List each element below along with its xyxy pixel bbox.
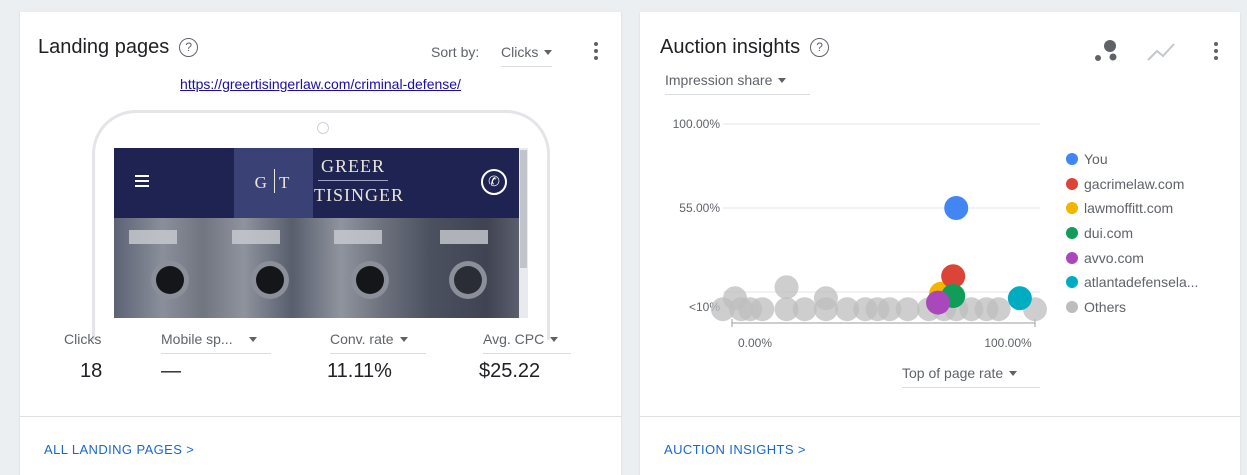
conv-rate-dropdown[interactable]: Conv. rate: [330, 331, 426, 354]
x-tick-label: 100.00%: [984, 336, 1032, 350]
legend-dot-icon: [1066, 177, 1078, 190]
x-tick-label: 0.00%: [738, 336, 772, 350]
firm-name: GREER TISINGER: [314, 154, 403, 207]
caret-down-icon: [1009, 371, 1018, 376]
caret-down-icon: [544, 50, 553, 55]
sort-by-value: Clicks: [501, 44, 539, 60]
legend-dot-icon: [1066, 202, 1078, 215]
hamburger-menu-icon: [135, 175, 149, 190]
caret-down-icon: [399, 337, 408, 342]
scatter-point: [1007, 286, 1032, 311]
phone-camera-icon: [317, 122, 329, 134]
help-icon[interactable]: ?: [179, 38, 199, 57]
landing-pages-title: Landing pages?: [38, 36, 199, 59]
legend-dot-icon: [1066, 251, 1078, 264]
legend-label: lawmoffitt.com: [1084, 200, 1174, 217]
binders-photo: [114, 218, 519, 318]
caret-down-icon: [248, 337, 257, 342]
landing-pages-title-text: Landing pages: [38, 36, 170, 58]
auction-insights-link[interactable]: AUCTION INSIGHTS >: [664, 442, 806, 457]
clicks-label: Clicks: [64, 331, 102, 347]
legend-dot-icon: [1066, 227, 1078, 240]
scatter-point: [750, 297, 775, 322]
y-tick-label: 100.00%: [673, 117, 721, 131]
avg-cpc-value: $25.22: [479, 360, 541, 382]
gt-logo: GT: [234, 148, 313, 218]
phone-call-icon: ✆: [481, 169, 507, 195]
caret-down-icon: [550, 337, 559, 342]
sort-by-label: Sort by:: [431, 44, 480, 60]
legend-dot-icon: [1066, 301, 1078, 314]
legend-label: gacrimelaw.com: [1084, 175, 1185, 192]
legend-label: atlantadefensela...: [1084, 274, 1199, 291]
landing-page-preview[interactable]: GT GREER TISINGER ✆: [114, 148, 528, 318]
logo-letter-t: T: [278, 173, 293, 192]
mobile-speed-value: —: [161, 360, 181, 382]
mobile-speed-label: Mobile sp...: [161, 331, 233, 347]
firm-name-line1: GREER: [320, 156, 385, 176]
landing-page-url-link[interactable]: https://greertisingerlaw.com/criminal-de…: [20, 76, 621, 92]
scatter-point: [774, 275, 799, 300]
legend-item[interactable]: atlantadefensela...: [1066, 274, 1198, 299]
scatter-point: [792, 297, 817, 322]
landing-pages-card: Landing pages? Sort by: Clicks https://g…: [20, 12, 621, 475]
legend-label: Others: [1084, 299, 1127, 316]
legend-label: avvo.com: [1084, 249, 1144, 266]
scatter-point: [813, 297, 838, 322]
legend-item[interactable]: Others: [1066, 299, 1198, 324]
scatter-point: [944, 196, 969, 220]
auction-insights-card: Auction insights? Impression share 100.0…: [640, 12, 1240, 475]
chart-legend: You gacrimelaw.com lawmoffitt.com dui.com av…: [1066, 151, 1198, 324]
avg-cpc-label: Avg. CPC: [483, 331, 545, 347]
landing-more-options-icon[interactable]: [586, 39, 606, 63]
legend-item[interactable]: dui.com: [1066, 225, 1198, 250]
legend-item[interactable]: gacrimelaw.com: [1066, 176, 1198, 201]
top-of-page-rate-dropdown[interactable]: Top of page rate: [902, 365, 1040, 388]
scatter-point: [986, 297, 1011, 322]
legend-item[interactable]: lawmoffitt.com: [1066, 200, 1198, 225]
clicks-value: 18: [80, 360, 103, 382]
footer-divider: [640, 416, 1240, 417]
logo-letter-g: G: [254, 173, 270, 192]
scatter-point: [926, 290, 951, 315]
sort-by-dropdown[interactable]: Clicks: [501, 44, 553, 67]
preview-scrollbar[interactable]: [519, 148, 528, 318]
legend-dot-icon: [1066, 276, 1078, 289]
footer-divider: [20, 416, 621, 417]
firm-name-line2: TISINGER: [314, 185, 404, 205]
mobile-speed-dropdown[interactable]: Mobile sp...: [161, 331, 271, 354]
legend-label: dui.com: [1084, 225, 1134, 242]
avg-cpc-dropdown[interactable]: Avg. CPC: [483, 331, 571, 354]
legend-item[interactable]: You: [1066, 151, 1198, 176]
scatter-point: [895, 297, 920, 322]
conv-rate-label: Conv. rate: [330, 331, 394, 347]
legend-label: You: [1084, 151, 1108, 167]
legend-item[interactable]: avvo.com: [1066, 250, 1198, 275]
legend-dot-icon: [1066, 153, 1078, 165]
conv-rate-value: 11.11%: [327, 360, 392, 382]
all-landing-pages-link[interactable]: ALL LANDING PAGES >: [44, 442, 194, 457]
site-header: GT GREER TISINGER ✆: [114, 148, 519, 218]
y-tick-label: 55.00%: [679, 201, 720, 215]
top-of-page-rate-label: Top of page rate: [902, 365, 1004, 381]
